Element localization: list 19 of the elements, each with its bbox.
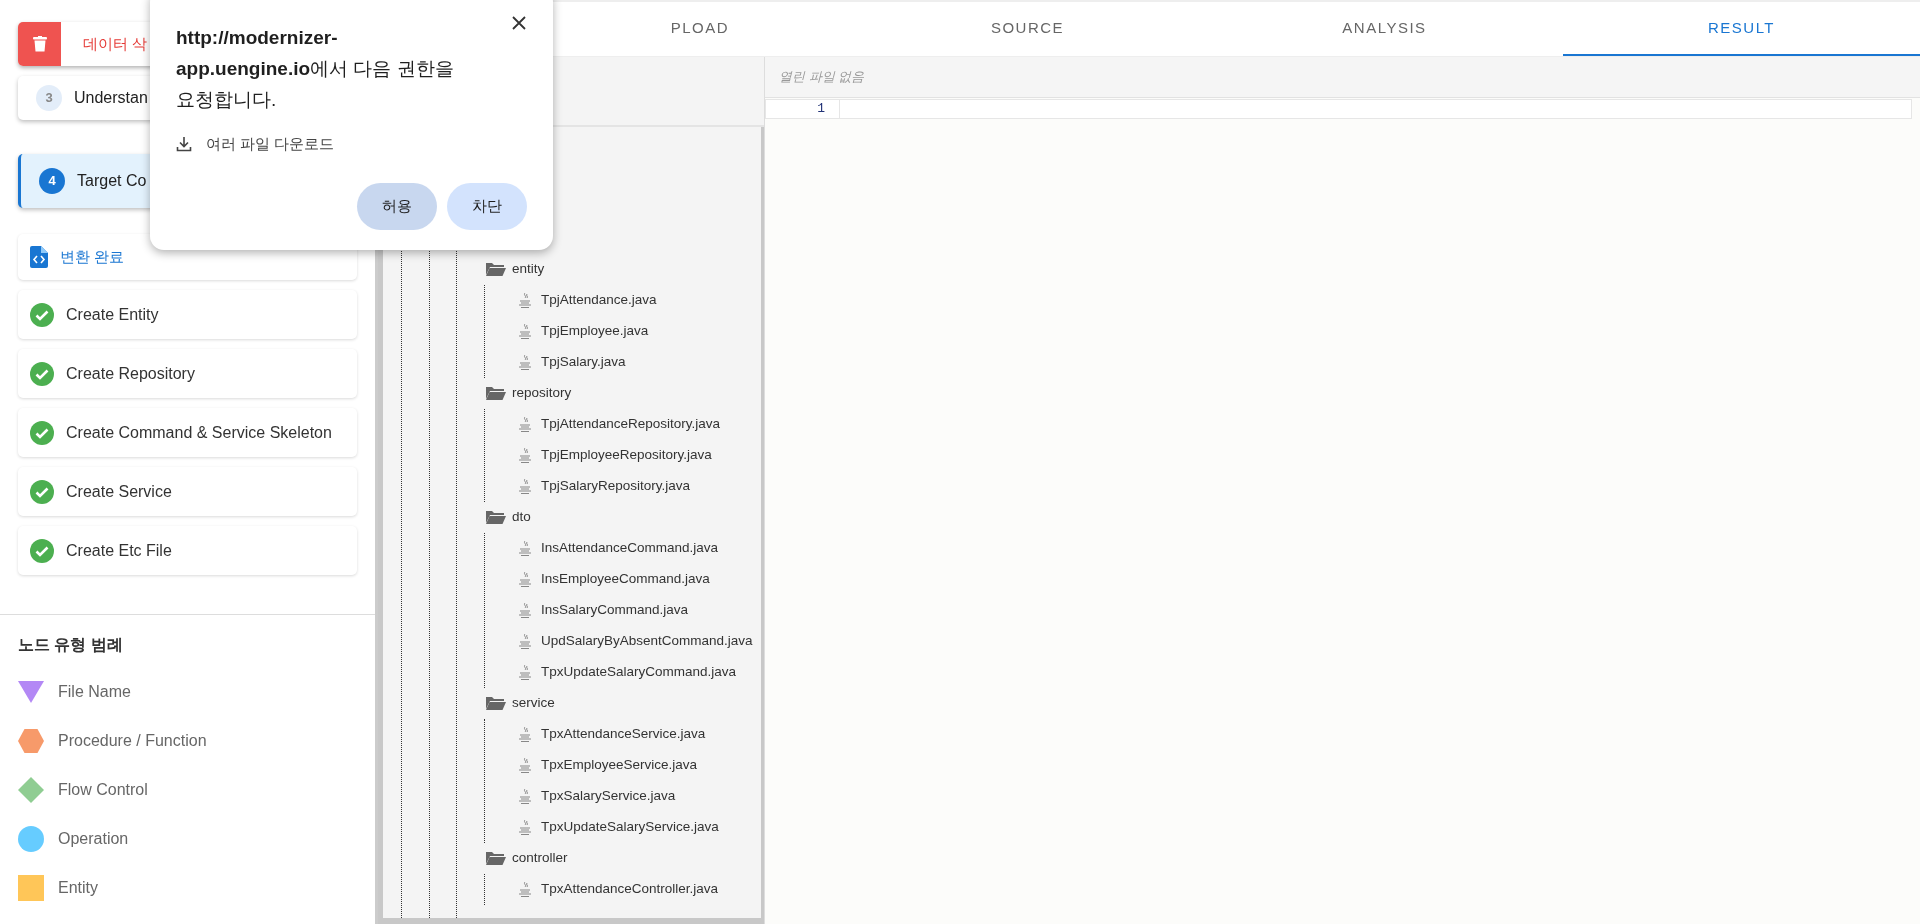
task-label: Create Command & Service Skeleton [66,422,332,443]
step-title: Target Co [77,171,147,191]
legend-label: File Name [58,681,131,702]
step-number: 3 [36,85,62,111]
line-number: 1 [766,100,840,118]
task-label: Create Repository [66,363,195,384]
editor-header: 열린 파일 없음 [765,57,1920,98]
legend-title: 노드 유형 범례 [18,635,124,655]
result-label: 변환 완료 [60,246,125,267]
legend-label: Procedure / Function [58,730,207,751]
step-title: Understan [74,88,148,108]
task-label: Create Entity [66,304,159,325]
legend-label: Operation [58,828,129,849]
legend-label: Entity [58,877,98,898]
step-number: 4 [39,168,65,194]
permission-label: 여러 파일 다운로드 [206,134,335,154]
task-label: Create Service [66,481,172,502]
legend-label: Flow Control [58,779,148,800]
task-label: Create Etc File [66,540,172,561]
